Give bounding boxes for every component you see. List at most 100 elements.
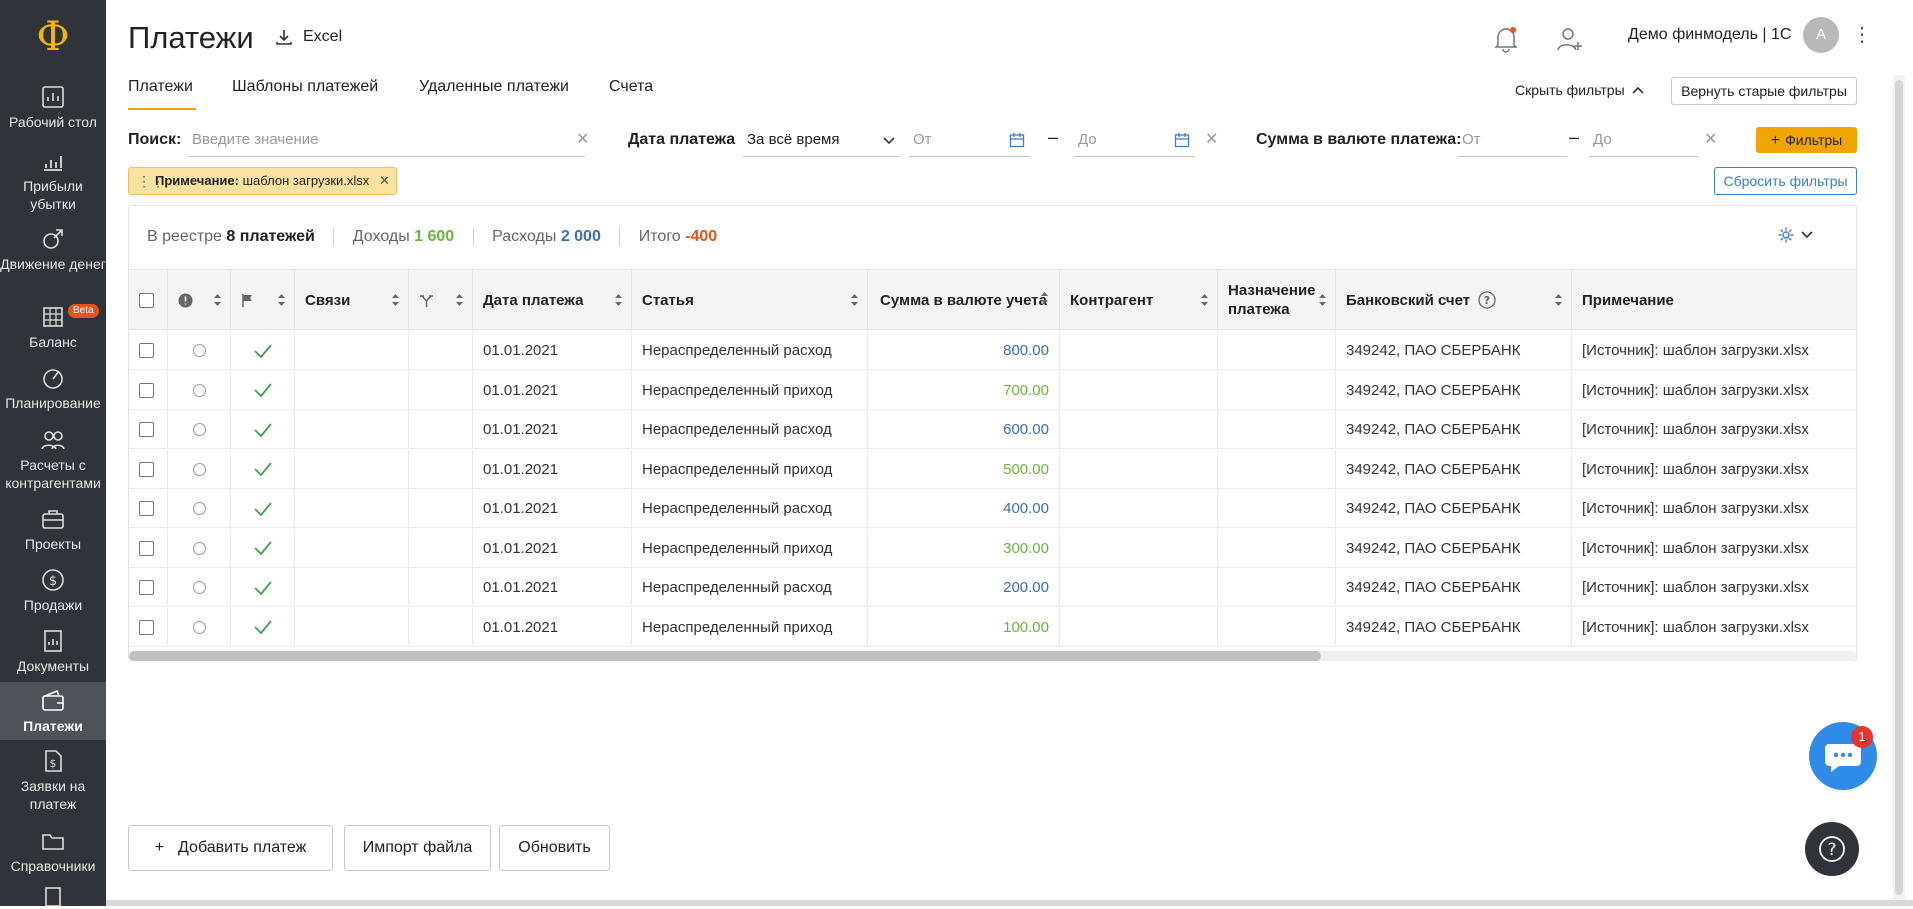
amount-to-input[interactable]: До	[1589, 127, 1698, 157]
active-filter-chip[interactable]: ⋮⋮ Примечание: шаблон загрузки.xlsx ✕	[128, 167, 397, 195]
table-row[interactable]: 01.01.2021 Нераспределенный расход 800.00 3…	[129, 331, 1856, 370]
calendar-icon[interactable]	[1174, 132, 1190, 148]
table-row[interactable]: 01.01.2021 Нераспределенный расход 400.00 3…	[129, 489, 1856, 528]
check-icon	[253, 422, 272, 437]
column-bank-account[interactable]: Банковский счет ?	[1336, 270, 1572, 330]
row-checkbox[interactable]	[139, 382, 154, 398]
reset-filters-button[interactable]: Сбросить фильтры	[1714, 167, 1857, 195]
sidebar-item-cash-flow[interactable]: Движение денег	[0, 226, 106, 273]
row-checkbox[interactable]	[139, 619, 154, 635]
clear-search-icon[interactable]: ✕	[576, 129, 589, 149]
row-select-cell	[129, 528, 168, 568]
add-payment-button[interactable]: + Добавить платеж	[128, 825, 333, 871]
help-circle-icon[interactable]: ?	[1478, 291, 1496, 309]
column-status[interactable]	[168, 270, 231, 330]
tab-payments[interactable]: Платежи	[128, 78, 193, 96]
import-file-button[interactable]: Импорт файла	[344, 825, 491, 871]
row-checkbox[interactable]	[139, 461, 154, 477]
tab-invoices[interactable]: Счета	[609, 78, 653, 96]
column-amount[interactable]: Сумма в валюте учета	[868, 270, 1060, 330]
sidebar-item-profit-loss[interactable]: Прибыли убытки	[0, 148, 106, 213]
empty-cell	[1060, 568, 1218, 607]
sidebar-item-documents[interactable]: Документы	[0, 628, 106, 675]
search-label: Поиск:	[128, 131, 182, 148]
help-button[interactable]: ?	[1805, 822, 1859, 876]
sidebar-item-balance[interactable]: Beta Баланс	[0, 304, 106, 351]
column-settings-button[interactable]	[1777, 226, 1814, 244]
horizontal-scrollbar[interactable]	[129, 651, 1856, 661]
sidebar-item-sales[interactable]: $ Продажи	[0, 567, 106, 614]
status-radio[interactable]	[192, 344, 206, 357]
vertical-scrollbar[interactable]	[1893, 75, 1905, 900]
restore-filters-button[interactable]: Вернуть старые фильтры	[1671, 77, 1857, 105]
status-radio[interactable]	[192, 541, 206, 555]
sidebar-item-payments[interactable]: Платежи	[0, 682, 106, 740]
table-row[interactable]: 01.01.2021 Нераспределенный приход 500.00 3…	[129, 449, 1856, 489]
article-cell: Нераспределенный приход	[632, 528, 868, 568]
status-radio[interactable]	[192, 462, 206, 476]
svg-text:?: ?	[1827, 840, 1836, 860]
column-article[interactable]: Статья	[632, 270, 868, 330]
status-radio[interactable]	[192, 383, 206, 397]
column-counterparty[interactable]: Контрагент	[1060, 270, 1218, 330]
filters-button[interactable]: + Фильтры	[1756, 127, 1857, 153]
status-radio[interactable]	[192, 620, 206, 634]
article-cell: Нераспределенный приход	[632, 449, 868, 489]
column-purpose[interactable]: Назначение платежа	[1218, 270, 1336, 330]
excel-export-button[interactable]: Excel	[274, 27, 342, 47]
clear-date-icon[interactable]: ✕	[1205, 129, 1218, 149]
add-user-icon[interactable]	[1556, 25, 1584, 53]
amount-cell: 700.00	[868, 370, 1060, 410]
search-input[interactable]: Введите значение	[188, 127, 585, 157]
date-cell: 01.01.2021	[473, 410, 632, 449]
date-period-select[interactable]: За всё время	[743, 127, 900, 157]
scrollbar-thumb[interactable]	[1895, 80, 1903, 895]
gear-icon	[1778, 227, 1794, 243]
organization-name[interactable]: Демо финмодель | 1С	[1628, 26, 1791, 44]
app-logo[interactable]: Ф	[0, 14, 106, 60]
tab-payment-templates[interactable]: Шаблоны платежей	[232, 78, 378, 96]
sidebar-item-planning[interactable]: Планирование	[0, 365, 106, 412]
column-links[interactable]: Связи	[295, 270, 409, 330]
clear-amount-icon[interactable]: ✕	[1704, 129, 1717, 149]
column-split[interactable]	[409, 270, 473, 330]
empty-cell	[1060, 528, 1218, 568]
sidebar-item-dashboard[interactable]: Рабочий стол	[0, 84, 106, 131]
hide-filters-toggle[interactable]: Скрыть фильтры	[1515, 82, 1645, 98]
table-row[interactable]: 01.01.2021 Нераспределенный приход 300.00 3…	[129, 528, 1856, 568]
table-row[interactable]: 01.01.2021 Нераспределенный приход 100.00 3…	[129, 607, 1856, 647]
sort-icon	[456, 294, 463, 306]
bell-icon[interactable]	[1493, 25, 1519, 53]
sidebar-item-contractors[interactable]: Расчеты с контрагентами	[0, 427, 106, 492]
row-checkbox[interactable]	[139, 540, 154, 556]
column-payment-date[interactable]: Дата платежа	[473, 270, 632, 330]
sidebar-item-references[interactable]: Справочники	[0, 828, 106, 875]
more-menu-icon[interactable]: ⋮	[1852, 22, 1872, 47]
table-row[interactable]: 01.01.2021 Нераспределенный приход 700.00 3…	[129, 370, 1856, 410]
article-cell: Нераспределенный расход	[632, 410, 868, 449]
table-row[interactable]: 01.01.2021 Нераспределенный расход 200.00 3…	[129, 568, 1856, 607]
row-checkbox[interactable]	[139, 501, 154, 516]
row-checkbox[interactable]	[139, 580, 154, 595]
calendar-icon[interactable]	[1009, 132, 1025, 148]
sidebar-item-projects[interactable]: Проекты	[0, 506, 106, 553]
row-checkbox[interactable]	[139, 343, 154, 358]
status-radio[interactable]	[192, 502, 206, 515]
active-tab-indicator	[128, 108, 196, 110]
scrollbar-thumb[interactable]	[129, 651, 1321, 661]
column-note[interactable]: Примечание	[1572, 270, 1856, 330]
status-radio[interactable]	[192, 581, 206, 594]
tab-deleted-payments[interactable]: Удаленные платежи	[419, 78, 569, 96]
status-radio[interactable]	[192, 423, 206, 436]
refresh-button[interactable]: Обновить	[499, 825, 610, 871]
avatar[interactable]: А	[1803, 17, 1839, 53]
select-all-checkbox[interactable]	[139, 292, 154, 308]
chip-close-icon[interactable]: ✕	[379, 173, 390, 188]
briefcase-icon	[42, 510, 64, 529]
empty-cell	[1060, 370, 1218, 410]
amount-from-input[interactable]: От	[1458, 127, 1567, 157]
row-checkbox[interactable]	[139, 422, 154, 437]
table-row[interactable]: 01.01.2021 Нераспределенный расход 600.00 3…	[129, 410, 1856, 449]
sidebar-item-payment-requests[interactable]: $ Заявки на платеж	[0, 748, 106, 813]
column-flag[interactable]	[231, 270, 295, 330]
